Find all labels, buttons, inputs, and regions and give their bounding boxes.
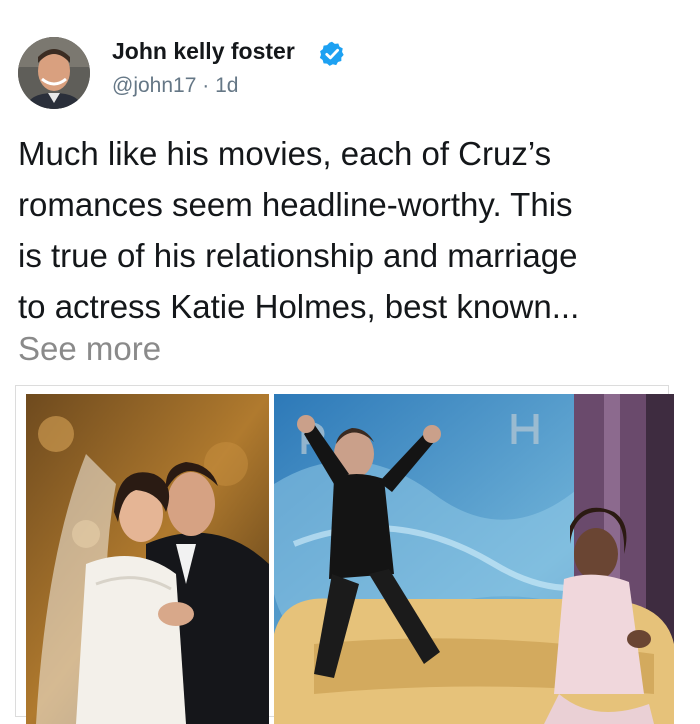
tweet-text-line: romances seem headline-worthy. This xyxy=(18,186,573,223)
tweet-text-line: to actress Katie Holmes, best known... xyxy=(18,288,580,325)
avatar[interactable] xyxy=(18,37,90,109)
see-more-link[interactable]: See more xyxy=(18,330,161,368)
author-handle[interactable]: @john17 xyxy=(112,74,196,97)
author-meta: @john17 · 1d xyxy=(112,74,238,98)
tweet-age[interactable]: 1d xyxy=(215,74,238,97)
avatar-portrait xyxy=(18,37,90,109)
wedding-photo-image xyxy=(26,394,269,724)
wedding-photo[interactable] xyxy=(26,394,269,724)
tweet-text-line: Much like his movies, each of Cruz’s xyxy=(18,135,552,172)
talk-show-couch-photo[interactable] xyxy=(274,394,674,724)
talk-show-photo-image xyxy=(274,394,674,724)
verified-badge-icon xyxy=(319,41,344,66)
tweet-text-line: is true of his relationship and marriage xyxy=(18,237,578,274)
tweet-text: Much like his movies, each of Cruz’s rom… xyxy=(18,128,688,332)
media-container[interactable] xyxy=(15,385,674,724)
author-name[interactable]: John kelly foster xyxy=(112,38,295,65)
meta-separator: · xyxy=(202,74,210,97)
